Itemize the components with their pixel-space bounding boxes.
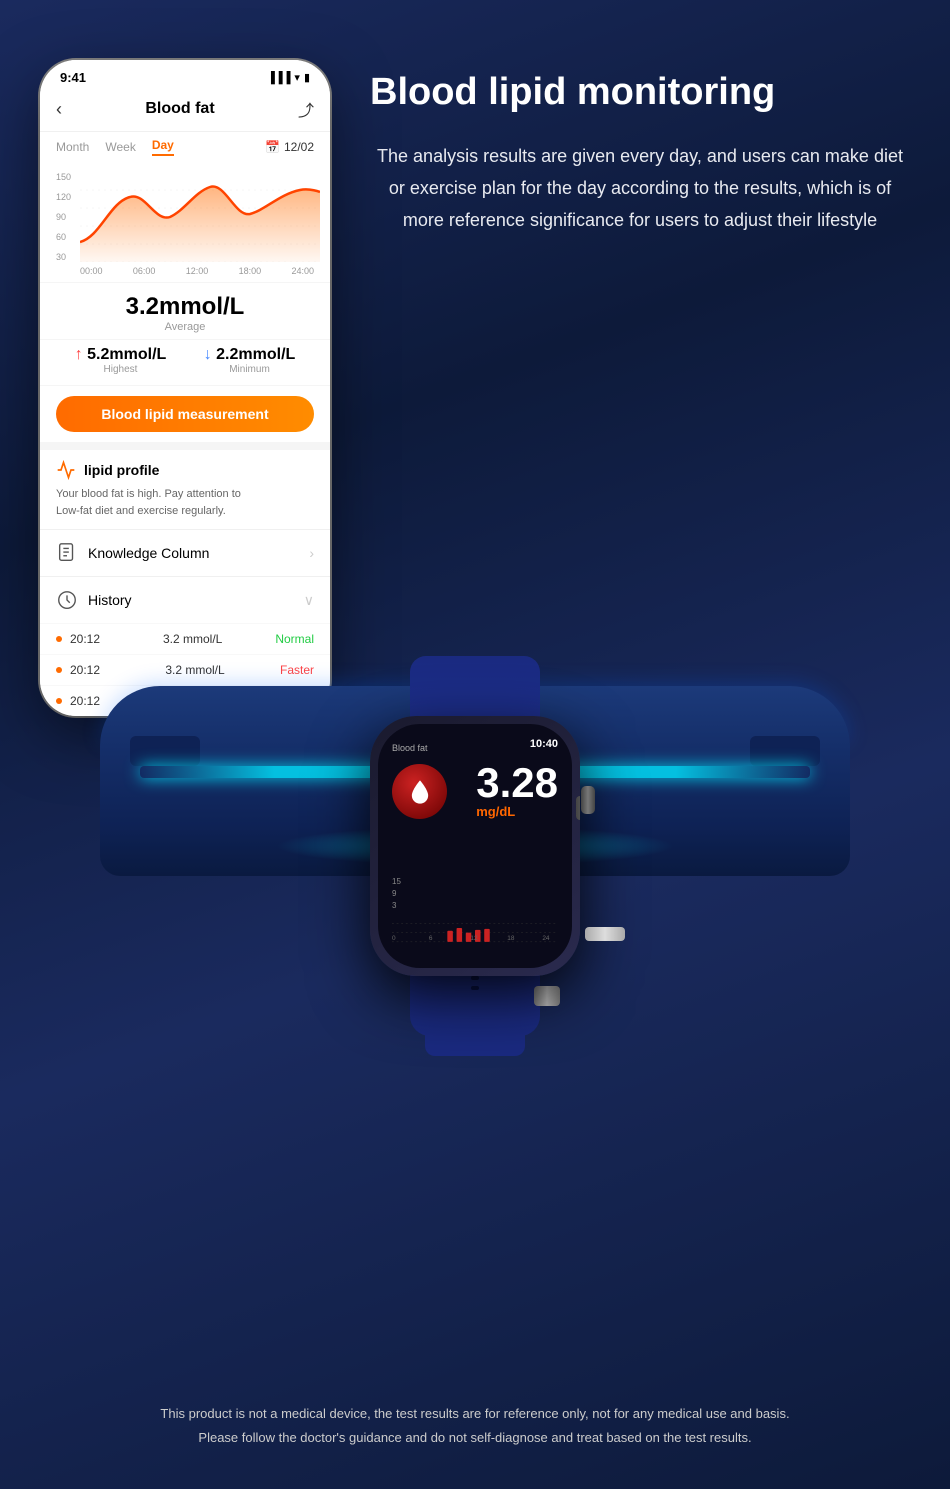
watch-mini-chart: 15 9 3: [392, 877, 558, 948]
main-label: Average: [56, 321, 314, 333]
minimum-stat: ↓ 2.2mmol/L Minimum: [204, 346, 296, 375]
watch-body: Blood fat 10:40 3.28 mg/dL: [370, 716, 580, 976]
minimum-label: Minimum: [204, 364, 296, 375]
watch-container: Blood fat 10:40 3.28 mg/dL: [315, 656, 635, 1036]
watch-time-display: 10:40: [530, 738, 558, 750]
chart-area: 150 120 90 60 30: [40, 162, 330, 282]
chart-svg: [80, 172, 314, 262]
highest-stat: ↑ 5.2mmol/L Highest: [75, 346, 167, 375]
svg-text:6: 6: [429, 935, 433, 942]
x-18: 18:00: [239, 266, 262, 276]
main-content: 9:41 ▐▐▐ ▾ ▮ ‹ Blood fat ⤴ Month Week Da…: [0, 0, 950, 1236]
watch-big-value: 3.28: [476, 762, 558, 804]
x-00: 00:00: [80, 266, 103, 276]
tab-month[interactable]: Month: [56, 140, 89, 154]
knowledge-column-row[interactable]: Knowledge Column ›: [40, 529, 330, 576]
history-item-1: 20:12 3.2 mmol/L Normal: [40, 623, 330, 654]
share-button[interactable]: ⤴: [298, 97, 314, 121]
main-value: 3.2mmol/L: [56, 293, 314, 321]
lipid-chart-icon: [56, 460, 76, 480]
disclaimer-line2: Please follow the doctor's guidance and …: [40, 1426, 910, 1449]
tab-week[interactable]: Week: [105, 140, 135, 154]
svg-text:18: 18: [507, 935, 515, 942]
right-text-section: Blood lipid monitoring The analysis resu…: [370, 60, 910, 237]
date-value: 12/02: [284, 140, 314, 154]
watch-connector: [585, 927, 625, 941]
svg-text:0: 0: [392, 935, 396, 942]
phone-status-bar: 9:41 ▐▐▐ ▾ ▮: [40, 60, 330, 91]
history-row[interactable]: History ∨: [40, 576, 330, 623]
svg-text:12: 12: [470, 935, 478, 942]
x-06: 06:00: [133, 266, 156, 276]
phone-mockup: 9:41 ▐▐▐ ▾ ▮ ‹ Blood fat ⤴ Month Week Da…: [40, 60, 330, 716]
history-status-1: Normal: [275, 632, 314, 646]
lipid-section: lipid profile Your blood fat is high. Pa…: [40, 442, 330, 529]
disclaimer-line1: This product is not a medical device, th…: [40, 1402, 910, 1425]
back-button[interactable]: ‹: [56, 99, 62, 120]
svg-text:24: 24: [542, 935, 550, 942]
y-label-150: 150: [56, 172, 71, 182]
lipid-desc: Your blood fat is high. Pay attention to…: [56, 486, 314, 519]
watch-unit: mg/dL: [476, 804, 558, 819]
measure-button[interactable]: Blood lipid measurement: [56, 396, 314, 432]
tab-date[interactable]: 📅 12/02: [265, 140, 314, 154]
watch-blood-fat-label: Blood fat: [392, 743, 428, 753]
knowledge-label: Knowledge Column: [88, 545, 309, 561]
x-24: 24:00: [291, 266, 314, 276]
y-label-30: 30: [56, 252, 71, 262]
chart-y-labels: 150 120 90 60 30: [56, 172, 71, 262]
history-time-1: 20:12: [70, 632, 110, 646]
page-title: Blood lipid monitoring: [370, 70, 910, 116]
knowledge-arrow-icon: ›: [309, 545, 314, 561]
y-label-90: 90: [56, 212, 71, 222]
y-label-60: 60: [56, 232, 71, 242]
stats-row: ↑ 5.2mmol/L Highest ↓ 2.2mmol/L Minimum: [40, 339, 330, 385]
highest-value: ↑ 5.2mmol/L: [75, 346, 167, 364]
top-section: 9:41 ▐▐▐ ▾ ▮ ‹ Blood fat ⤴ Month Week Da…: [40, 60, 910, 716]
disclaimer-section: This product is not a medical device, th…: [0, 1382, 950, 1469]
history-icon: [56, 589, 78, 611]
signal-icon: ▐▐▐: [267, 72, 290, 84]
calendar-icon: 📅: [265, 140, 280, 154]
history-arrow-icon: ∨: [304, 592, 314, 609]
battery-icon: ▮: [304, 71, 310, 84]
lipid-title: lipid profile: [84, 462, 159, 478]
history-value-1: 3.2 mmol/L: [110, 632, 275, 646]
history-dot-1: [56, 636, 62, 642]
lipid-header: lipid profile: [56, 460, 314, 480]
wifi-icon: ▾: [294, 71, 300, 84]
minimum-value: ↓ 2.2mmol/L: [204, 346, 296, 364]
phone-time: 9:41: [60, 70, 86, 85]
phone-status-icons: ▐▐▐ ▾ ▮: [267, 71, 310, 84]
watch-section: Blood fat 10:40 3.28 mg/dL: [40, 656, 910, 1036]
page-description: The analysis results are given every day…: [370, 140, 910, 237]
watch-band-tail: [425, 1032, 525, 1056]
knowledge-icon: [56, 542, 78, 564]
platform-notch-left: [130, 736, 200, 766]
arrow-down-icon: ↓: [204, 346, 212, 363]
watch-screen: Blood fat 10:40 3.28 mg/dL: [378, 724, 572, 968]
header-title: Blood fat: [145, 100, 214, 118]
tab-day[interactable]: Day: [152, 138, 174, 156]
watch-value-area: 3.28 mg/dL: [476, 762, 558, 819]
stats-main: 3.2mmol/L Average: [40, 282, 330, 339]
watch-buckle: [534, 986, 560, 1006]
measure-btn-area: Blood lipid measurement: [40, 385, 330, 442]
platform-notch-right: [750, 736, 820, 766]
phone-header: ‹ Blood fat ⤴: [40, 91, 330, 132]
y-label-120: 120: [56, 192, 71, 202]
x-12: 12:00: [186, 266, 209, 276]
arrow-up-icon: ↑: [75, 346, 83, 363]
watch-side-crown: [581, 786, 595, 814]
watch-crown: [576, 796, 580, 820]
tab-bar: Month Week Day 📅 12/02: [40, 132, 330, 162]
chart-x-labels: 00:00 06:00 12:00 18:00 24:00: [80, 262, 314, 276]
highest-label: Highest: [75, 364, 167, 375]
history-label: History: [88, 592, 304, 608]
blood-drop-icon: [392, 764, 447, 819]
